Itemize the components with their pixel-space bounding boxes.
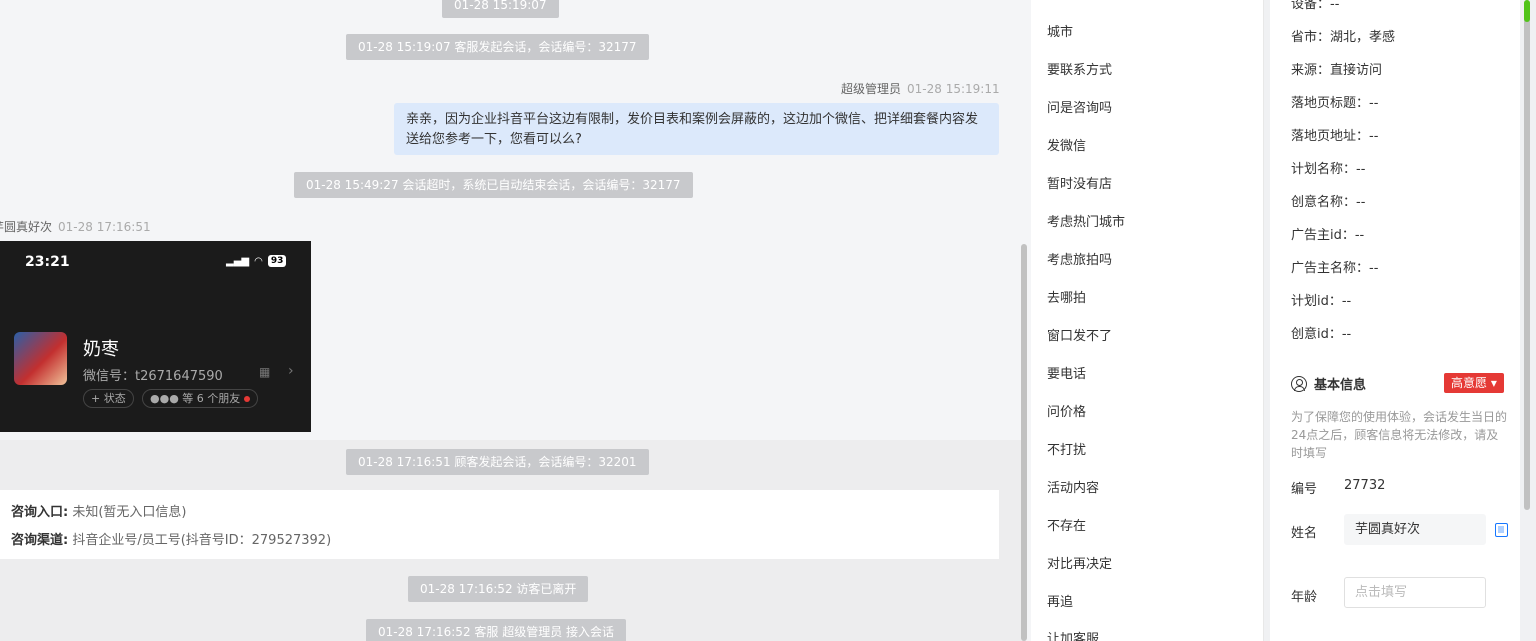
basic-info-title-text: 基本信息 <box>1314 378 1367 393</box>
quick-reply-item[interactable]: 考虑旅拍吗 <box>1047 249 1112 268</box>
source-row: 来源：直接访问 <box>1291 63 1383 78</box>
quick-reply-item[interactable]: 活动内容 <box>1047 477 1099 496</box>
number-value: 27732 <box>1344 478 1386 493</box>
quick-reply-item[interactable]: 问价格 <box>1047 401 1086 420</box>
wechat-id: 微信号：t2671647590 <box>83 369 223 384</box>
quick-reply-item[interactable]: 不打扰 <box>1047 439 1086 458</box>
customer-info-card: 设备：-- 省市：湖北，孝感 来源：直接访问 落地页标题：-- 落地页地址：--… <box>1270 0 1520 641</box>
visitor-name: 芋圆真好次 <box>0 220 53 234</box>
quick-reply-item[interactable]: 问是咨询吗 <box>1047 97 1112 116</box>
red-dot-icon <box>244 396 251 402</box>
quick-reply-item[interactable]: 窗口发不了 <box>1047 325 1112 344</box>
channel-label: 咨询渠道: <box>11 533 69 548</box>
creative-id-row: 创意id：-- <box>1291 327 1352 342</box>
wechat-name: 奶枣 <box>83 339 119 360</box>
quick-reply-item[interactable]: 再追 <box>1047 591 1073 610</box>
intent-badge-text: 高意愿 <box>1451 376 1488 390</box>
friends-tag-text: 等 6 个朋友 <box>182 392 241 405</box>
quick-reply-item[interactable]: 城市 <box>1047 21 1073 40</box>
system-message-left: 01-28 17:16:52 访客已离开 <box>408 576 589 602</box>
wechat-friends-tag: ●●● 等 6 个朋友 <box>142 389 259 408</box>
landing-title-row: 落地页标题：-- <box>1291 96 1379 111</box>
phone-status-icons: ▂▄▆ ◠ 93 <box>226 255 287 267</box>
agent-message-meta: 超级管理员 01-28 15:19:11 <box>841 80 1000 97</box>
customer-info-panel: 设备：-- 省市：湖北，孝感 来源：直接访问 落地页标题：-- 落地页地址：--… <box>1264 0 1536 641</box>
user-circle-icon <box>1291 375 1307 392</box>
copy-icon[interactable] <box>1495 523 1508 537</box>
landing-url-row: 落地页地址：-- <box>1291 129 1379 144</box>
scroll-indicator <box>1524 0 1530 22</box>
qrcode-icon: ▦ <box>259 365 271 379</box>
quick-reply-item[interactable]: 要电话 <box>1047 363 1086 382</box>
wechat-avatar <box>14 332 67 385</box>
creative-name-row: 创意名称：-- <box>1291 195 1366 210</box>
plan-id-row: 计划id：-- <box>1291 294 1352 309</box>
intent-badge[interactable]: 高意愿 ▾ <box>1444 373 1504 393</box>
chat-panel: 01-28 15:19:07 01-28 15:19:07 客服发起会话，会话编… <box>0 0 1031 641</box>
battery-icon: 93 <box>267 255 287 267</box>
province-city-row: 省市：湖北，孝感 <box>1291 30 1396 45</box>
agent-message-time: 01-28 15:19:11 <box>907 82 1000 96</box>
wifi-icon: ◠ <box>254 255 263 267</box>
consult-info-card: 咨询入口: 未知(暂无入口信息) 咨询渠道: 抖音企业号/员工号(抖音号ID：2… <box>0 490 999 559</box>
entry-label: 咨询入口: <box>11 505 69 520</box>
quick-reply-item[interactable]: 发微信 <box>1047 135 1086 154</box>
agent-message-bubble: 亲亲，因为企业抖音平台这边有限制，发价目表和案例会屏蔽的，这边加个微信、把详细套… <box>394 103 999 155</box>
advertiser-name-row: 广告主名称：-- <box>1291 261 1379 276</box>
quick-reply-item[interactable]: 不存在 <box>1047 515 1086 534</box>
visitor-image-message[interactable]: 23:21 ▂▄▆ ◠ 93 奶枣 微信号：t2671647590 ▦ › + … <box>0 241 311 432</box>
system-message-visitor-start: 01-28 17:16:51 顾客发起会话，会话编号：32201 <box>346 449 649 475</box>
quick-reply-item[interactable]: 要联系方式 <box>1047 59 1112 78</box>
device-row: 设备：-- <box>1291 0 1340 12</box>
age-label: 年龄 <box>1291 590 1318 605</box>
friends-avatars-icon: ●●● <box>150 392 179 405</box>
quick-reply-item[interactable]: 暂时没有店 <box>1047 173 1112 192</box>
quick-reply-item[interactable]: 去哪拍 <box>1047 287 1086 306</box>
customer-panel-scrollbar[interactable] <box>1524 0 1530 510</box>
visitor-message-meta: 芋圆真好次 01-28 17:16:51 <box>0 218 151 235</box>
visitor-message-time: 01-28 17:16:51 <box>58 220 151 234</box>
chevron-right-icon: › <box>288 363 294 379</box>
quick-reply-item[interactable]: 对比再决定 <box>1047 553 1112 572</box>
age-field[interactable]: 点击填写 <box>1344 577 1486 608</box>
edit-hint: 为了保障您的使用体验，会话发生当日的24点之后，顾客信息将无法修改，请及时填写 <box>1291 410 1508 460</box>
entry-value: 未知(暂无入口信息) <box>72 505 187 520</box>
quick-reply-item[interactable]: 让加客服 <box>1047 628 1099 641</box>
chat-scrollbar[interactable] <box>1021 244 1027 641</box>
name-label: 姓名 <box>1291 526 1318 541</box>
number-label: 编号 <box>1291 482 1318 497</box>
system-message-timeout: 01-28 15:49:27 会话超时，系统已自动结束会话，会话编号：32177 <box>294 172 693 198</box>
signal-icon: ▂▄▆ <box>226 255 250 267</box>
plan-name-row: 计划名称：-- <box>1291 162 1366 177</box>
advertiser-id-row: 广告主id：-- <box>1291 228 1365 243</box>
system-message-agent-start: 01-28 15:19:07 客服发起会话，会话编号：32177 <box>346 34 649 60</box>
caret-down-icon: ▾ <box>1490 376 1497 390</box>
agent-name: 超级管理员 <box>841 82 902 96</box>
system-message-join: 01-28 17:16:52 客服 超级管理员 接入会话 <box>366 619 627 641</box>
phone-clock: 23:21 <box>25 254 70 270</box>
quick-reply-list: 城市 要联系方式 问是咨询吗 发微信 暂时没有店 考虑热门城市 考虑旅拍吗 去哪… <box>1031 0 1264 641</box>
name-field[interactable]: 芋圆真好次 <box>1344 514 1486 545</box>
channel-value: 抖音企业号/员工号(抖音号ID：279527392) <box>72 533 332 548</box>
basic-info-title: 基本信息 <box>1291 374 1366 393</box>
wechat-status-tag: + 状态 <box>83 389 134 408</box>
system-time-pill: 01-28 15:19:07 <box>442 0 559 18</box>
quick-reply-item[interactable]: 考虑热门城市 <box>1047 211 1125 230</box>
